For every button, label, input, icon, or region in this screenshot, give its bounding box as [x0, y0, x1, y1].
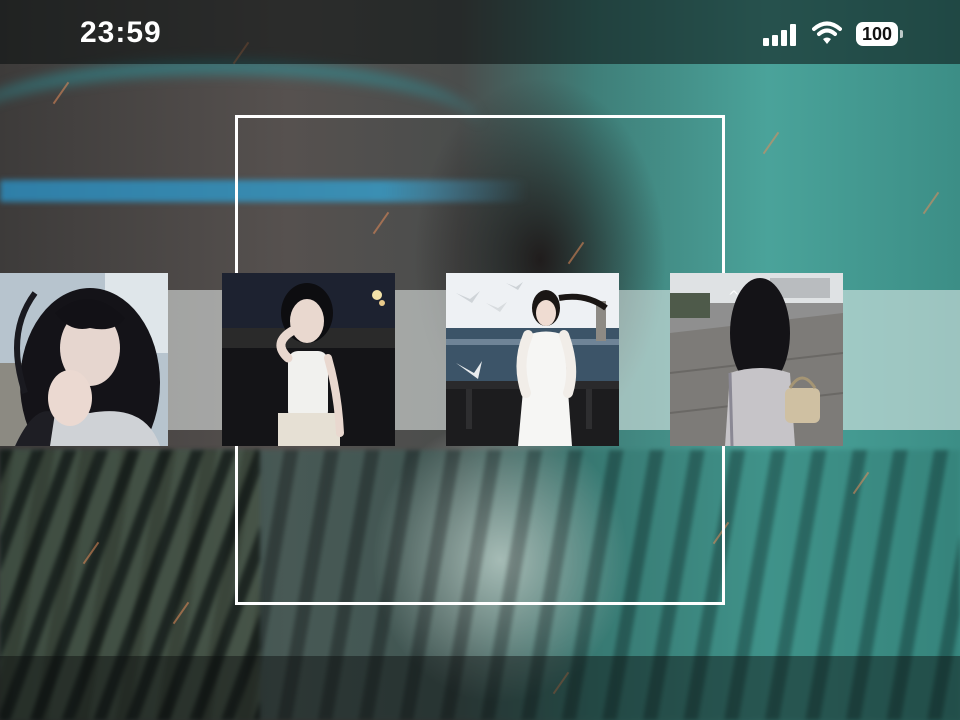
photo-girl-white-dress-sea-icon — [446, 273, 619, 446]
photo-girl-back-street-icon: ^ — [670, 273, 843, 446]
thumbnail-4[interactable]: ^ — [670, 273, 843, 446]
photo-girl-night-icon — [222, 273, 395, 446]
svg-text:^: ^ — [728, 289, 740, 305]
thumbnail-3[interactable] — [446, 273, 619, 446]
photo-girl-wind-hair-icon — [0, 273, 168, 446]
thumbnail-2[interactable] — [222, 273, 395, 446]
photo-carousel[interactable]: ^ — [0, 0, 960, 720]
thumbnail-1[interactable] — [0, 273, 168, 446]
